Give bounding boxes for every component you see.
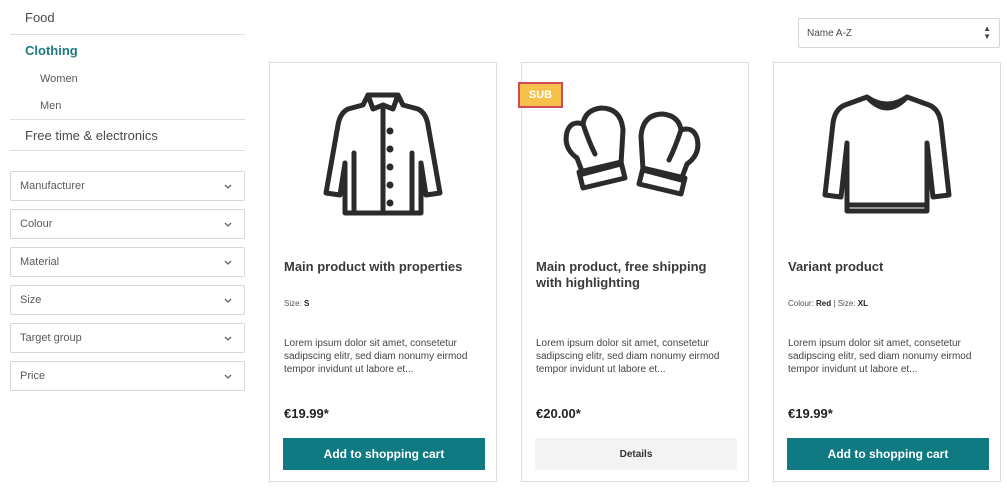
product-price: €20.00* — [536, 406, 581, 421]
product-card[interactable]: SUB Main product, free shipping with hig… — [518, 62, 749, 482]
jacket-icon — [323, 92, 443, 216]
mittens-icon — [563, 105, 701, 197]
product-title[interactable]: Variant product — [788, 259, 988, 275]
filter-panel: Manufacturer Colour Material Size Target… — [10, 171, 245, 391]
category-women-label: Women — [40, 72, 78, 85]
product-properties: Colour: Red | Size: XL — [788, 299, 868, 308]
category-food-label: Food — [25, 9, 55, 25]
category-food[interactable]: Food — [10, 0, 245, 35]
chevron-down-icon — [223, 295, 233, 305]
chevron-down-icon — [223, 333, 233, 343]
product-price: €19.99* — [788, 406, 833, 421]
filter-material[interactable]: Material — [10, 247, 245, 277]
property-value: Red — [816, 299, 832, 308]
product-image[interactable] — [270, 63, 496, 243]
chevron-down-icon — [223, 181, 233, 191]
product-card[interactable]: Variant product Colour: Red | Size: XL L… — [773, 62, 1001, 482]
filter-label: Size — [20, 294, 42, 306]
filter-target-group[interactable]: Target group — [10, 323, 245, 353]
filter-label: Colour — [20, 218, 53, 230]
category-free-time-label: Free time & electronics — [25, 127, 158, 143]
filter-colour[interactable]: Colour — [10, 209, 245, 239]
category-men[interactable]: Men — [10, 92, 245, 120]
product-image[interactable] — [522, 63, 748, 243]
product-price: €19.99* — [284, 406, 329, 421]
chevron-down-icon — [223, 219, 233, 229]
category-men-label: Men — [40, 99, 62, 112]
filter-manufacturer[interactable]: Manufacturer — [10, 171, 245, 201]
category-free-time[interactable]: Free time & electronics — [10, 120, 245, 151]
sort-arrows-icon: ▲ ▼ — [983, 24, 991, 41]
sidebar: Food Clothing Women Men Free time & elec… — [10, 0, 245, 399]
chevron-down-icon — [223, 371, 233, 381]
chevron-down-icon — [223, 257, 233, 267]
filter-label: Material — [20, 256, 60, 268]
product-card[interactable]: Main product with properties Size: S Lor… — [269, 62, 497, 482]
property-label: Size: — [837, 299, 856, 308]
filter-price[interactable]: Price — [10, 361, 245, 391]
sort-select[interactable]: Name A-Z ▲ ▼ — [798, 18, 1000, 48]
filter-label: Manufacturer — [20, 180, 85, 192]
add-to-cart-button[interactable]: Add to shopping cart — [787, 438, 989, 470]
sort-selected-value: Name A-Z — [807, 27, 853, 39]
property-value: XL — [857, 299, 868, 308]
product-title[interactable]: Main product, free shipping with highlig… — [536, 259, 736, 291]
property-value: S — [304, 299, 310, 308]
product-description: Lorem ipsum dolor sit amet, consetetur s… — [536, 338, 720, 375]
property-label: Colour: — [788, 299, 814, 308]
product-description: Lorem ipsum dolor sit amet, consetetur s… — [284, 338, 468, 375]
category-clothing[interactable]: Clothing — [10, 35, 245, 65]
filter-size[interactable]: Size — [10, 285, 245, 315]
product-properties: Size: S — [284, 299, 309, 308]
details-button[interactable]: Details — [535, 438, 737, 470]
product-description: Lorem ipsum dolor sit amet, consetetur s… — [788, 338, 972, 375]
category-clothing-label: Clothing — [25, 42, 78, 58]
filter-label: Target group — [20, 332, 82, 344]
category-women[interactable]: Women — [10, 65, 245, 92]
product-image[interactable] — [774, 63, 1000, 243]
filter-label: Price — [20, 370, 46, 382]
property-label: Size: — [284, 299, 302, 308]
product-title[interactable]: Main product with properties — [284, 259, 484, 275]
long-sleeve-shirt-icon — [822, 94, 952, 214]
add-to-cart-button[interactable]: Add to shopping cart — [283, 438, 485, 470]
